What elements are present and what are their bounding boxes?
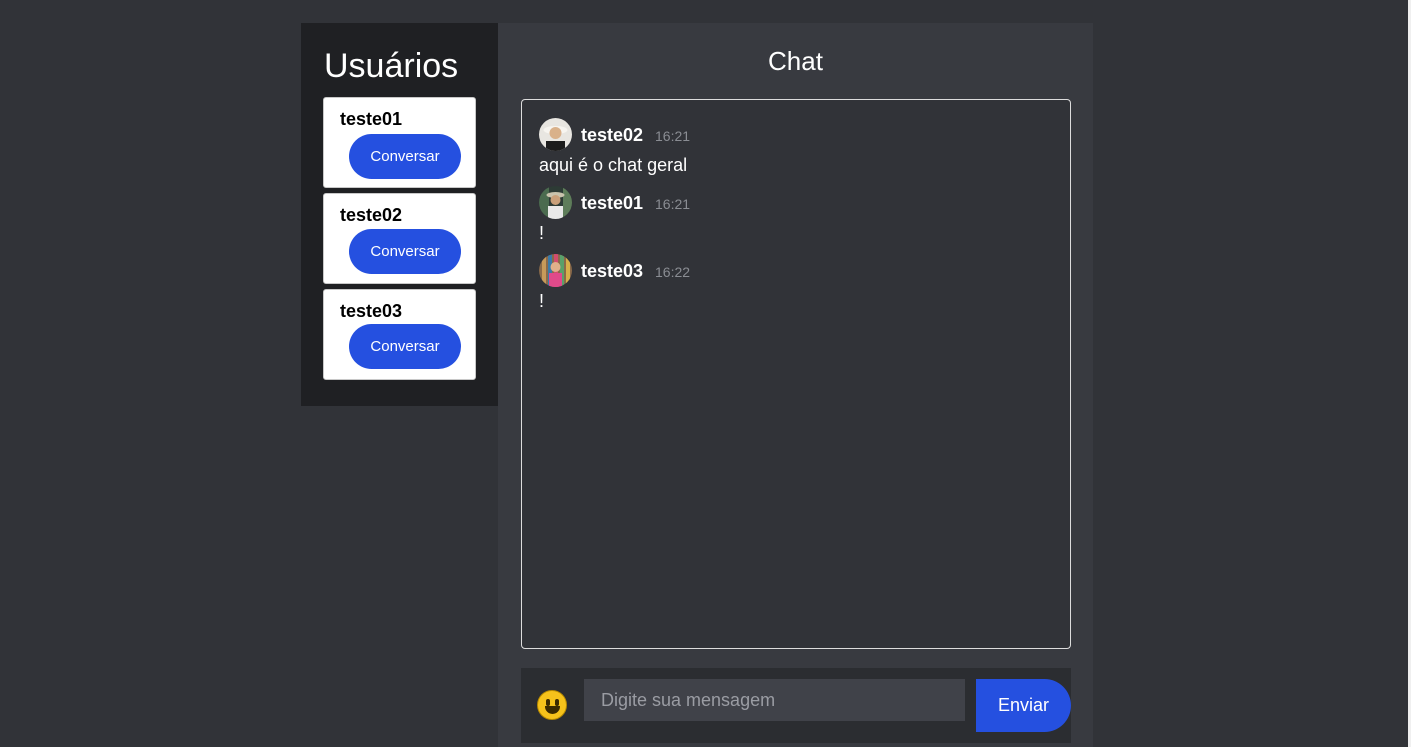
message-time: 16:22 (655, 264, 691, 280)
message-time: 16:21 (655, 128, 691, 144)
avatar (539, 254, 572, 287)
message-author: teste01 (581, 193, 644, 213)
avatar (539, 186, 572, 219)
user-card: teste01 Conversar (323, 97, 476, 188)
user-name: teste03 (340, 301, 403, 321)
send-button[interactable]: Enviar (976, 679, 1071, 732)
user-name: teste02 (340, 205, 403, 225)
user-card: teste03 Conversar (323, 289, 476, 380)
chat-title: Chat (768, 46, 823, 76)
message-text: aqui é o chat geral (539, 155, 688, 175)
conversar-button[interactable]: Conversar (349, 229, 461, 274)
users-sidebar: Usuários teste01 Conversar teste02 Conve… (301, 23, 498, 406)
message-composer: Enviar (521, 668, 1071, 743)
smiley-eye (555, 699, 559, 706)
message-author: teste02 (581, 125, 644, 145)
user-name: teste01 (340, 109, 403, 129)
chat-panel: Chat teste02 16:21 aqui é o chat geral t… (498, 23, 1093, 747)
smiley-mouth (545, 706, 560, 714)
message-list[interactable]: teste02 16:21 aqui é o chat geral teste0… (521, 99, 1071, 649)
message-text: ! (539, 291, 545, 311)
user-card: teste02 Conversar (323, 193, 476, 284)
message-author: teste03 (581, 261, 644, 281)
message-text: ! (539, 223, 545, 243)
avatar (539, 118, 572, 151)
sidebar-title: Usuários (324, 47, 459, 85)
message-input[interactable] (584, 679, 965, 721)
smiley-icon[interactable] (537, 690, 567, 720)
conversar-button[interactable]: Conversar (349, 134, 461, 179)
conversar-button[interactable]: Conversar (349, 324, 461, 369)
message-time: 16:21 (655, 196, 691, 212)
smiley-eye (546, 699, 550, 706)
